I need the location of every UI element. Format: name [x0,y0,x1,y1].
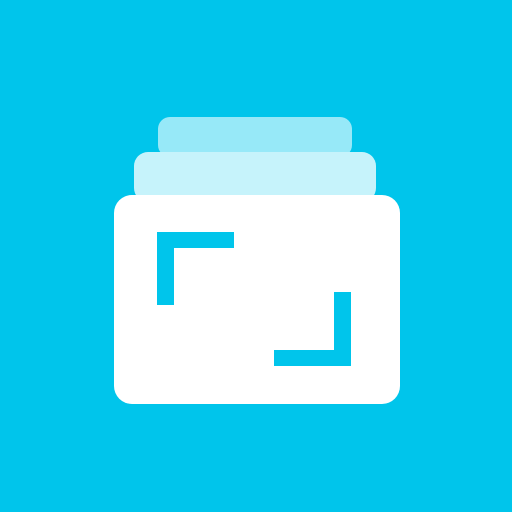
back-card [158,117,352,157]
front-card [114,195,400,404]
middle-card [134,152,376,202]
app-icon-canvas [0,0,512,512]
gallery-stack-icon [0,0,512,512]
